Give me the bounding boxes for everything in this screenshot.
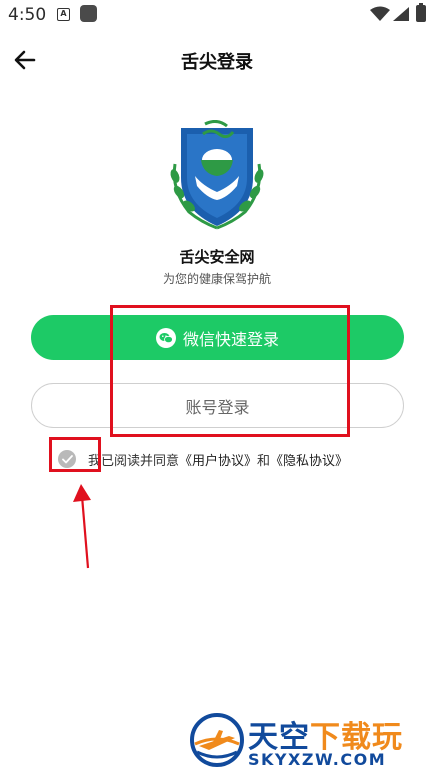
status-bar: 4:50 A	[0, 0, 434, 30]
annotation-arrow-icon	[73, 484, 91, 569]
notification-app-icon	[80, 5, 97, 22]
agreement-row: 我已阅读并同意 《用户协议》 和 《隐私协议》	[58, 448, 348, 470]
watermark-domain: SKYXZW.COM	[248, 750, 387, 769]
annotation-highlight-login-buttons	[110, 305, 350, 437]
agreement-conjunction: 和	[257, 453, 271, 469]
header: 舌尖登录	[0, 40, 434, 80]
user-agreement-link[interactable]: 《用户协议》	[179, 450, 257, 469]
watermark: 天空下载玩 SKYXZW.COM	[186, 710, 434, 771]
privacy-agreement-link[interactable]: 《隐私协议》	[270, 450, 348, 469]
page-title: 舌尖登录	[181, 52, 253, 73]
agreement-prefix: 我已阅读并同意	[88, 453, 180, 469]
app-name: 舌尖安全网	[179, 248, 255, 266]
status-time: 4:50	[8, 5, 47, 25]
battery-icon	[416, 3, 426, 22]
app-logo	[170, 120, 264, 230]
notification-a-icon: A	[57, 8, 70, 21]
wifi-icon	[370, 6, 390, 21]
signal-icon	[393, 7, 409, 21]
watermark-logo-icon	[190, 713, 244, 767]
app-slogan: 为您的健康保驾护航	[162, 272, 271, 286]
annotation-highlight-checkbox	[49, 437, 101, 472]
